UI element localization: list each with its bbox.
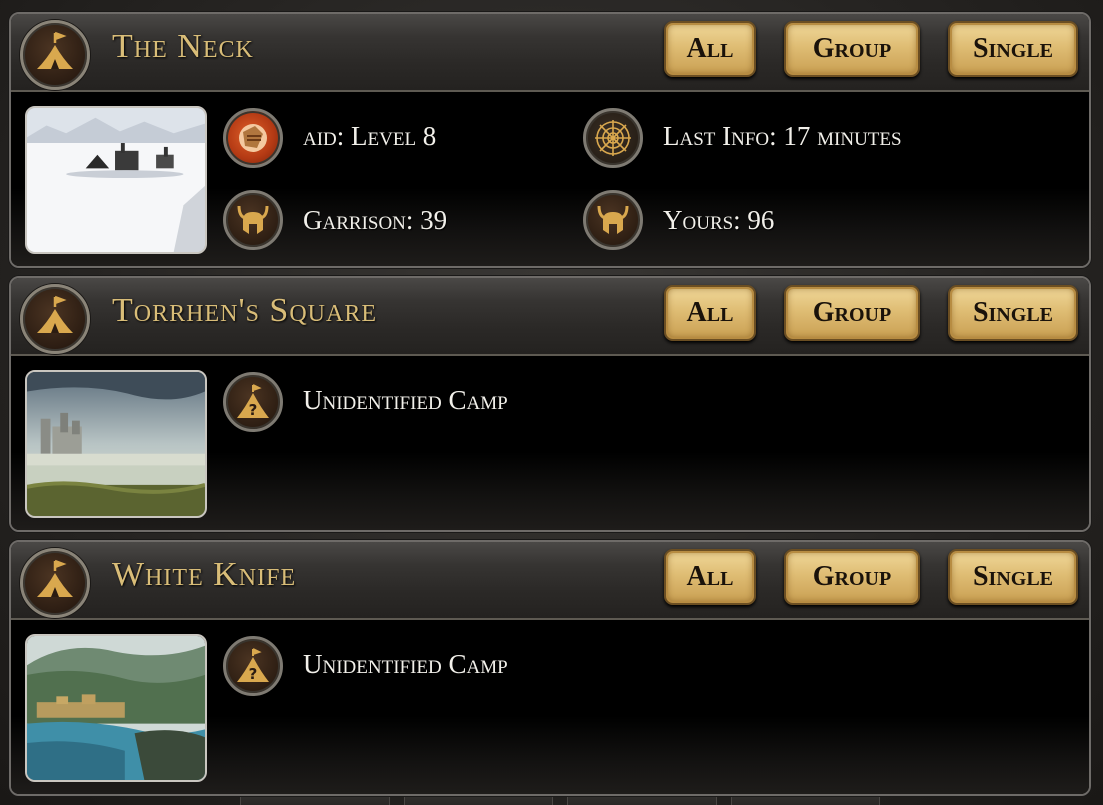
- camp-title: Torrhen's Square: [112, 292, 377, 329]
- camp-body: ? Unidentified Camp: [11, 620, 1089, 794]
- camp-image: [25, 106, 207, 254]
- garrison-text: Garrison: 39: [303, 205, 448, 235]
- unidentified-camp-text: Unidentified Camp: [303, 649, 508, 679]
- horned-helmet-icon: [223, 190, 283, 250]
- spider-web-icon: [583, 108, 643, 168]
- group-button[interactable]: Group: [784, 21, 920, 77]
- camp-body: ? Unidentified Camp: [11, 356, 1089, 530]
- yours-text: Yours: 96: [663, 205, 775, 235]
- unidentified-camp-icon: ?: [223, 636, 283, 696]
- single-button[interactable]: Single: [948, 285, 1078, 341]
- camp-panel-torrhens-square: Torrhen's Square All Group Single ? Unid…: [9, 276, 1091, 532]
- camp-tent-icon: [20, 20, 90, 90]
- single-button[interactable]: Single: [948, 21, 1078, 77]
- last-info-text: Last Info: 17 minutes: [663, 121, 902, 151]
- camp-tent-icon: [20, 284, 90, 354]
- camp-header: White Knife All Group Single: [11, 542, 1089, 622]
- all-button[interactable]: All: [664, 285, 756, 341]
- unidentified-camp-text: Unidentified Camp: [303, 385, 508, 415]
- all-button[interactable]: All: [664, 21, 756, 77]
- group-button[interactable]: Group: [784, 549, 920, 605]
- group-button[interactable]: Group: [784, 285, 920, 341]
- camp-body: aid: Level 8 Last Info: 17 minutes Garri…: [11, 92, 1089, 266]
- aid-level-text: aid: Level 8: [303, 121, 437, 151]
- aid-fist-icon: [223, 108, 283, 168]
- camp-title: White Knife: [112, 556, 297, 593]
- single-button[interactable]: Single: [948, 549, 1078, 605]
- camp-tent-icon: [20, 548, 90, 618]
- camp-panel-the-neck: The Neck All Group Single aid: Level 8 L…: [9, 12, 1091, 268]
- svg-text:?: ?: [249, 665, 258, 683]
- camp-image: [25, 634, 207, 782]
- horned-helmet-icon: [583, 190, 643, 250]
- camp-title: The Neck: [112, 28, 254, 65]
- camp-panel-white-knife: White Knife All Group Single ? Unidentif…: [9, 540, 1091, 796]
- all-button[interactable]: All: [664, 549, 756, 605]
- unidentified-camp-icon: ?: [223, 372, 283, 432]
- camp-header: The Neck All Group Single: [11, 14, 1089, 94]
- camp-header: Torrhen's Square All Group Single: [11, 278, 1089, 358]
- camp-image: [25, 370, 207, 518]
- svg-text:?: ?: [249, 401, 258, 419]
